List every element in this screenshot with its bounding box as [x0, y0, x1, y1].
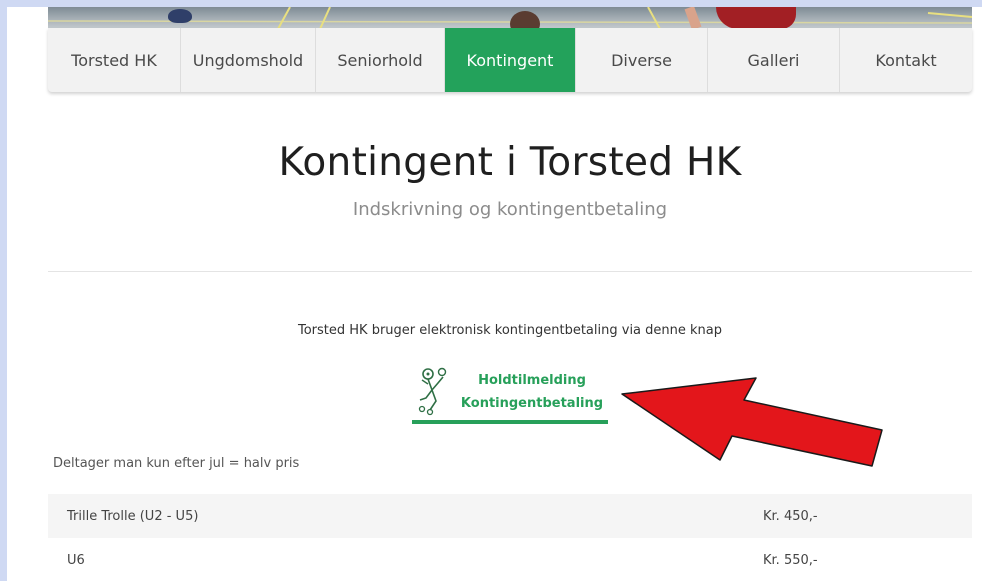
nav-item-kontingent[interactable]: Kontingent	[445, 28, 576, 92]
window-frame-left	[0, 0, 7, 581]
price-name: Trille Trolle (U2 - U5)	[67, 508, 199, 524]
payment-button-line2: Kontingentbetaling	[460, 396, 604, 411]
intro-text: Torsted HK bruger elektronisk kontingent…	[297, 323, 722, 338]
nav-item-galleri[interactable]: Galleri	[708, 28, 840, 92]
red-arrow-icon	[621, 377, 883, 467]
nav-item-kontakt[interactable]: Kontakt	[840, 28, 972, 92]
section-divider	[48, 271, 972, 272]
price-value: Kr. 550,-	[763, 552, 818, 568]
table-row: Trille Trolle (U2 - U5) Kr. 450,-	[48, 494, 972, 538]
page-subtitle: Indskrivning og kontingentbetaling	[352, 199, 668, 220]
nav-item-diverse[interactable]: Diverse	[576, 28, 708, 92]
page-title: Kontingent i Torsted HK	[278, 140, 742, 185]
nav-item-torsted-hk[interactable]: Torsted HK	[48, 28, 181, 92]
handball-player-icon	[418, 367, 447, 416]
main-nav: Torsted HK Ungdomshold Seniorhold Kontin…	[48, 28, 972, 92]
price-name: U6	[67, 552, 85, 568]
payment-button-line1: Holdtilmelding	[478, 373, 586, 388]
hero-image	[48, 7, 972, 29]
price-value: Kr. 450,-	[763, 508, 818, 524]
nav-item-seniorhold[interactable]: Seniorhold	[316, 28, 445, 92]
hero-player	[716, 7, 796, 29]
payment-button[interactable]: Holdtilmelding Kontingentbetaling	[412, 366, 608, 426]
hero-shoe	[168, 9, 192, 23]
nav-item-ungdomshold[interactable]: Ungdomshold	[181, 28, 316, 92]
half-price-note: Deltager man kun efter jul = halv pris	[53, 456, 300, 471]
table-row: U6 Kr. 550,-	[48, 538, 972, 582]
window-frame-top	[0, 0, 982, 7]
price-table: Trille Trolle (U2 - U5) Kr. 450,- U6 Kr.…	[48, 494, 972, 582]
payment-button-underline	[412, 420, 608, 424]
